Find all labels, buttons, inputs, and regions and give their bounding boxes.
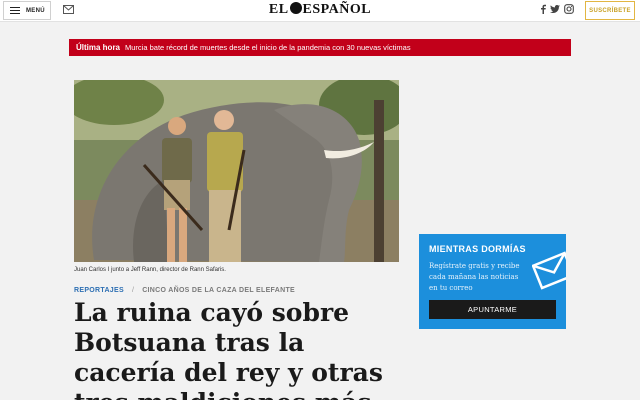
- subscribe-button[interactable]: SUSCRÍBETE: [585, 1, 635, 20]
- instagram-icon[interactable]: [564, 4, 574, 14]
- envelope-icon: [532, 251, 566, 290]
- newsletter-description: Regístrate gratis y recibe cada mañana l…: [429, 262, 520, 292]
- logo-text-right: ESPAÑOL: [302, 2, 372, 17]
- newsletter-box: MIENTRAS DORMÍAS Regístrate gratis y rec…: [419, 234, 566, 329]
- newsletter-signup-button[interactable]: APUNTARME: [429, 300, 556, 319]
- breaking-news-bar[interactable]: Última hora Murcia bate récord de muerte…: [69, 39, 571, 56]
- newsletter-title: MIENTRAS DORMÍAS: [429, 244, 526, 254]
- subsection-link[interactable]: CINCO AÑOS DE LA CAZA DEL ELEFANTE: [142, 287, 295, 294]
- kicker-separator: /: [131, 287, 135, 294]
- site-header: MENÚ EL ESPAÑOL SUSCRÍBETE: [0, 0, 640, 22]
- section-link[interactable]: REPORTAJES: [74, 287, 124, 294]
- breaking-news-tag: Última hora: [76, 43, 121, 52]
- logo-text-left: EL: [268, 2, 289, 17]
- article-kicker: REPORTAJES / CINCO AÑOS DE LA CAZA DEL E…: [74, 287, 295, 294]
- article-headline[interactable]: La ruina cayó sobre Botsuana tras la cac…: [74, 298, 394, 400]
- twitter-icon[interactable]: [550, 4, 560, 14]
- photo-caption: Juan Carlos I junto a Jeff Rann, directo…: [74, 267, 226, 273]
- facebook-icon[interactable]: [538, 4, 548, 14]
- breaking-news-text[interactable]: Murcia bate récord de muertes desde el i…: [125, 43, 411, 52]
- logo-mark-icon: [289, 2, 302, 14]
- article-photo[interactable]: [74, 80, 399, 262]
